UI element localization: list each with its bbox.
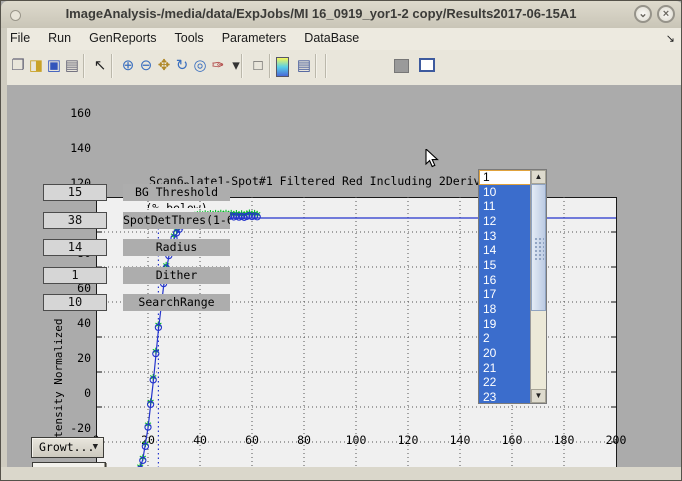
edit-radius[interactable]: 14: [43, 239, 107, 256]
edit-spotdetthres-1-60-[interactable]: 38: [43, 212, 107, 229]
brush-icon[interactable]: ✑: [208, 56, 228, 76]
y-tick-160: 160: [59, 106, 91, 120]
app-window: ImageAnalysis-/media/data/ExpJobs/MI 16_…: [0, 0, 682, 481]
toolbar-separator: [241, 54, 243, 78]
insert-colorbar-icon[interactable]: [276, 57, 289, 77]
zoom-in-icon[interactable]: ⊕: [118, 56, 138, 76]
menu-bar: FileRunGenReportsToolsParametersDataBase…: [1, 28, 682, 51]
zoom-out-icon[interactable]: ⊖: [136, 56, 156, 76]
menu-run[interactable]: Run: [39, 28, 80, 50]
edit-dither[interactable]: 1: [43, 267, 107, 284]
y-axis-label: Intensity Normalized: [49, 303, 67, 455]
listbox-item-16[interactable]: 16: [479, 273, 531, 288]
label-spotdetthres-1-60-: SpotDetThres(1-60%): [123, 212, 230, 229]
listbox-item-10[interactable]: 10: [479, 185, 531, 200]
listbox-item-20[interactable]: 20: [479, 346, 531, 361]
listbox-item-23[interactable]: 23: [479, 390, 531, 404]
pan-hand-icon[interactable]: ✥: [154, 56, 174, 76]
growth-dropdown-label: Growt...: [39, 440, 94, 454]
menu-genreports[interactable]: GenReports: [80, 28, 165, 50]
label-dither: Dither: [123, 267, 230, 284]
data-cursor-icon[interactable]: ◎: [190, 56, 210, 76]
toolbar-separator: [269, 54, 271, 78]
label-radius: Radius: [123, 239, 230, 256]
label-searchrange: SearchRange: [123, 294, 230, 311]
status-bar: [1, 467, 682, 481]
window-left-edge: [1, 28, 7, 467]
scrollbar-thumb[interactable]: [531, 184, 546, 311]
listbox-item-13[interactable]: 13: [479, 229, 531, 244]
scan-number-listbox[interactable]: 110111213141516171819220212223 ▲ ▼: [478, 169, 547, 404]
open-file-icon[interactable]: ◨: [26, 56, 46, 76]
menu-tools[interactable]: Tools: [166, 28, 213, 50]
edit-searchrange[interactable]: 10: [43, 294, 107, 311]
growth-dropdown-button[interactable]: Growt... ▼: [31, 437, 104, 458]
listbox-item-18[interactable]: 18: [479, 302, 531, 317]
listbox-item-17[interactable]: 17: [479, 287, 531, 302]
chevron-down-icon: ▼: [93, 438, 98, 457]
listbox-item-11[interactable]: 11: [479, 199, 531, 214]
listbox-item-22[interactable]: 22: [479, 375, 531, 390]
menu-database[interactable]: DataBase: [295, 28, 368, 50]
insert-legend-icon[interactable]: ▤: [294, 56, 314, 76]
print-icon[interactable]: ▤: [62, 56, 82, 76]
listbox-item-19[interactable]: 19: [479, 317, 531, 332]
toolbar: ❐◨▣▤↖⊕⊖✥↻◎✑▾□▤: [1, 50, 682, 86]
pointer-icon[interactable]: ↖: [90, 56, 110, 76]
edit-bg-threshold[interactable]: 15: [43, 184, 107, 201]
listbox-item-14[interactable]: 14: [479, 243, 531, 258]
label-bg-threshold: BG Threshold: [123, 184, 230, 201]
toolbar-separator: [111, 54, 113, 78]
toolbar-separator: [83, 54, 85, 78]
mouse-cursor: [425, 149, 441, 169]
save-icon[interactable]: ▣: [44, 56, 64, 76]
toolbar-separator: [315, 54, 317, 78]
brush-dropdown-icon[interactable]: ▾: [226, 56, 246, 76]
shade-window-button[interactable]: ⌄: [634, 5, 652, 23]
listbox-item-12[interactable]: 12: [479, 214, 531, 229]
title-bar[interactable]: ImageAnalysis-/media/data/ExpJobs/MI 16_…: [1, 1, 682, 29]
listbox-item-1[interactable]: 1: [479, 170, 531, 185]
listbox-item-21[interactable]: 21: [479, 361, 531, 376]
scroll-up-icon[interactable]: ▲: [531, 170, 546, 184]
y-tick-140: 140: [59, 141, 91, 155]
new-file-icon[interactable]: ❐: [8, 56, 28, 76]
link-plot-icon[interactable]: □: [248, 56, 268, 76]
menu-parameters[interactable]: Parameters: [213, 28, 296, 50]
scrollbar-grip: [534, 237, 544, 261]
scroll-down-icon[interactable]: ▼: [531, 389, 546, 403]
rotate-3d-icon[interactable]: ↻: [172, 56, 192, 76]
toolbar-separator: [325, 54, 327, 78]
label-line2: (% below) Dynamic: [123, 201, 230, 208]
close-window-button[interactable]: ×: [657, 5, 675, 23]
menu-overflow-icon[interactable]: ↘: [666, 32, 675, 45]
hide-plot-tools-icon[interactable]: [394, 59, 409, 73]
listbox-scrollbar[interactable]: ▲ ▼: [530, 170, 546, 403]
window-title: ImageAnalysis-/media/data/ExpJobs/MI 16_…: [1, 6, 641, 21]
listbox-item-2[interactable]: 2: [479, 331, 531, 346]
show-plot-tools-icon[interactable]: [419, 58, 435, 72]
svg-text:Intensity Normalized: Intensity Normalized: [52, 319, 65, 451]
listbox-item-15[interactable]: 15: [479, 258, 531, 273]
figure-canvas: Scan6plate1-Spot#1 Filtered Red Includin…: [1, 85, 682, 467]
